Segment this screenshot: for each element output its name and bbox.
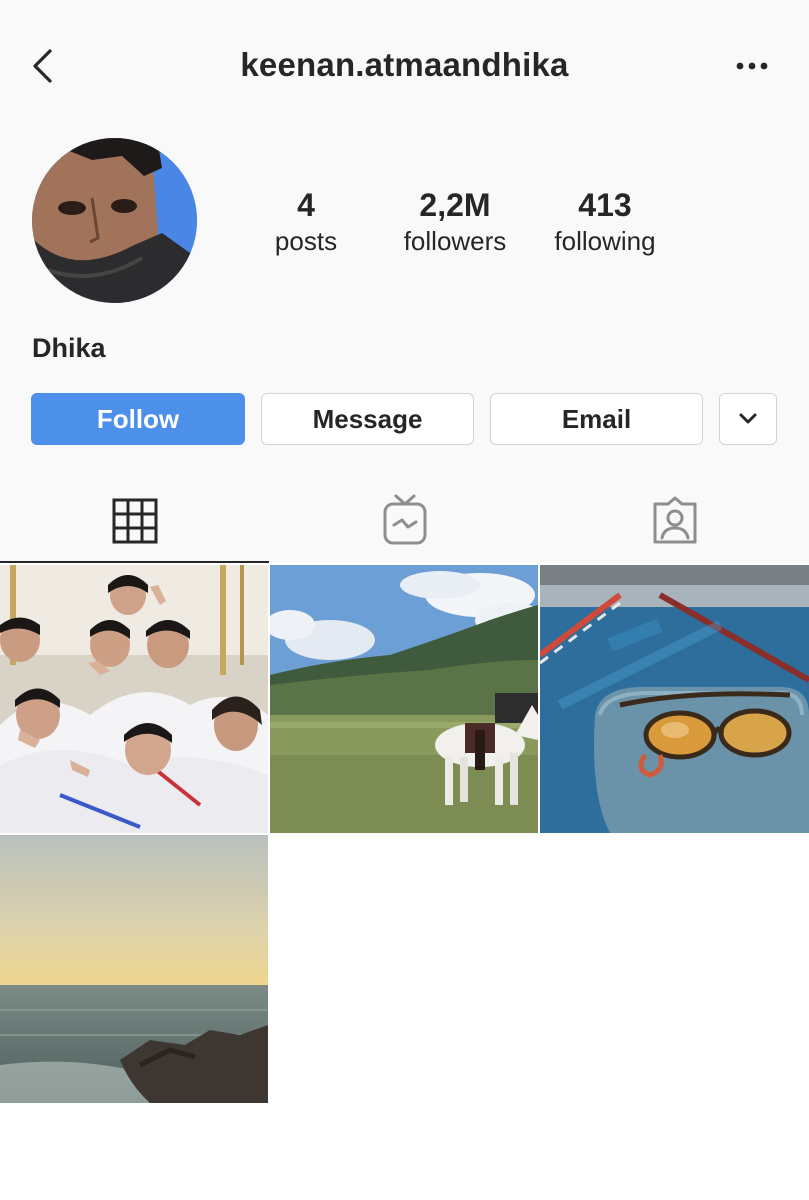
tab-igtv[interactable] — [270, 490, 539, 563]
follow-button[interactable]: Follow — [31, 393, 245, 445]
profile-username: keenan.atmaandhika — [240, 46, 569, 83]
avatar[interactable] — [32, 138, 197, 303]
grid-icon — [112, 498, 157, 544]
following-count-label: following — [554, 226, 656, 256]
tagged-icon — [653, 496, 696, 544]
tab-posts-grid[interactable] — [0, 490, 269, 563]
post-thumbnail-4[interactable] — [0, 835, 268, 1103]
posts-count-label: posts — [274, 226, 338, 256]
post-thumbnail-1[interactable] — [0, 565, 268, 833]
email-button[interactable]: Email — [490, 393, 703, 445]
posts-count-value: 4 — [297, 187, 315, 223]
more-options-button[interactable] — [728, 48, 776, 84]
following-count[interactable]: 413 following — [535, 186, 675, 258]
tab-tagged[interactable] — [540, 490, 809, 563]
post-thumbnail-3[interactable] — [540, 565, 809, 833]
following-count-value: 413 — [578, 187, 632, 223]
message-button[interactable]: Message — [261, 393, 474, 445]
suggested-accounts-button[interactable] — [719, 393, 777, 445]
followers-count-value: 2,2M — [419, 187, 491, 223]
display-name: Dhika — [32, 333, 106, 363]
followers-count[interactable]: 2,2M followers — [385, 186, 525, 258]
ellipsis-icon — [736, 62, 768, 70]
posts-count[interactable]: 4 posts — [236, 186, 376, 258]
chevron-down-icon — [739, 413, 757, 424]
igtv-icon — [383, 494, 426, 545]
followers-count-label: followers — [403, 226, 507, 256]
post-thumbnail-2[interactable] — [270, 565, 538, 833]
